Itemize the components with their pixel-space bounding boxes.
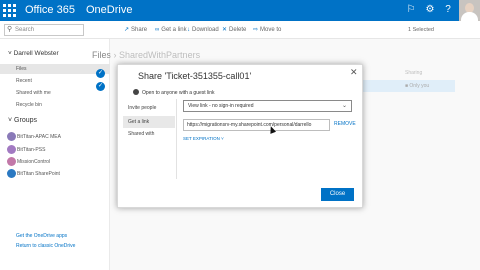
delete-label: Delete [229, 27, 247, 33]
groups-header[interactable]: ˅ Groups [8, 117, 37, 124]
breadcrumb-files[interactable]: Files [92, 50, 111, 60]
delete-button[interactable]: ✕ Delete [222, 25, 246, 35]
user-name[interactable]: ˅ Darrell Webster [8, 50, 59, 57]
avatar[interactable] [459, 0, 480, 21]
tab-invite-people[interactable]: Invite people [123, 102, 175, 114]
link-url-field[interactable]: https://migrationsrv-my.sharepoint.com/p… [183, 119, 330, 131]
set-expiration-link[interactable]: SET EXPIRATION ˅ [183, 136, 224, 141]
move-to-button[interactable]: ⇨ Move to [253, 25, 281, 35]
group-avatar-icon [7, 169, 16, 178]
nav-item-files[interactable]: Files [0, 64, 110, 74]
nav-item-shared[interactable]: Shared with me [0, 88, 110, 98]
search-input[interactable]: ⚲ Search [4, 24, 84, 36]
group-avatar-icon [7, 157, 16, 166]
globe-icon [133, 89, 139, 95]
get-link-button[interactable]: ∞ Get a link [155, 25, 187, 35]
chevron-down-icon: ˅ [219, 136, 224, 141]
tab-get-a-link[interactable]: Get a link [123, 116, 175, 128]
link-icon: ∞ [155, 27, 160, 33]
share-label: Share [131, 27, 148, 33]
group-item[interactable]: BitTitan-PSS [7, 145, 46, 155]
gear-icon[interactable]: ⚙ [423, 3, 437, 17]
app-name[interactable]: OneDrive [86, 3, 132, 17]
app-launcher-icon[interactable] [3, 4, 16, 17]
open-to-anyone-label: Open to anyone with a guest link [142, 90, 215, 96]
search-icon: ⚲ [7, 26, 13, 33]
group-avatar-icon [7, 145, 16, 154]
chevron-down-icon: ⌄ [341, 103, 347, 109]
share-icon: ↗ [124, 27, 130, 33]
select-all-checkbox[interactable]: ✓ [96, 69, 105, 78]
set-expiration-label: SET EXPIRATION [183, 136, 220, 141]
download-icon: ↓ [187, 27, 190, 33]
tab-shared-with[interactable]: Shared with [123, 128, 175, 140]
group-label: BitTitan-PSS [17, 147, 46, 153]
download-label: Download [192, 27, 219, 33]
group-item[interactable]: MissionControl [7, 157, 51, 167]
group-avatar-icon [7, 132, 16, 141]
notifications-icon[interactable]: ⚐ [404, 3, 418, 17]
close-button[interactable]: Close [321, 188, 354, 201]
move-icon: ⇨ [253, 27, 259, 33]
user-name-label: Darrell Webster [13, 50, 59, 57]
trash-icon: ✕ [222, 27, 228, 33]
classic-onedrive-link[interactable]: Return to classic OneDrive [16, 243, 86, 250]
group-item[interactable]: BitTitan SharePoint [7, 169, 60, 179]
dialog-title: Share 'Ticket-351355-call01' [138, 71, 252, 81]
brand-name[interactable]: Office 365 [25, 3, 75, 17]
share-dialog: Share 'Ticket-351355-call01' ✕ Open to a… [117, 64, 363, 208]
get-link-label: Get a link [161, 27, 187, 33]
download-button[interactable]: ↓ Download [187, 25, 219, 35]
row-checkbox[interactable]: ✓ [96, 82, 105, 91]
share-button[interactable]: ↗ Share [124, 25, 147, 35]
move-to-label: Move to [260, 27, 282, 33]
open-to-anyone-notice: Open to anyone with a guest link [133, 89, 215, 96]
suite-bar: Office 365 OneDrive ⚐ ⚙ ? [0, 0, 480, 21]
search-placeholder: Search [15, 27, 35, 33]
close-icon[interactable]: ✕ [350, 67, 358, 78]
link-type-value: View link - no sign-in required [188, 103, 254, 109]
command-bar: ⚲ Search ↗ Share ∞ Get a link ↓ Download ✕ D… [0, 21, 480, 39]
group-label: BitTitan-APAC MEA [17, 134, 61, 140]
group-label: MissionControl [17, 159, 51, 165]
nav-item-recent[interactable]: Recent [0, 76, 110, 86]
groups-label: Groups [14, 117, 38, 124]
link-type-select[interactable]: View link - no sign-in required ⌄ [183, 100, 352, 112]
left-nav: ˅ Darrell Webster Files Recent Shared wi… [0, 39, 110, 270]
group-label: BitTitan SharePoint [17, 171, 60, 177]
divider [176, 99, 177, 179]
help-icon[interactable]: ? [441, 3, 455, 17]
group-item[interactable]: BitTitan-APAC MEA [7, 132, 61, 142]
get-apps-link[interactable]: Get the OneDrive apps [16, 233, 67, 239]
nav-item-recycle-bin[interactable]: Recycle bin [0, 100, 110, 110]
remove-link-button[interactable]: REMOVE [334, 121, 356, 127]
selection-count[interactable]: 1 Selected [408, 25, 434, 35]
